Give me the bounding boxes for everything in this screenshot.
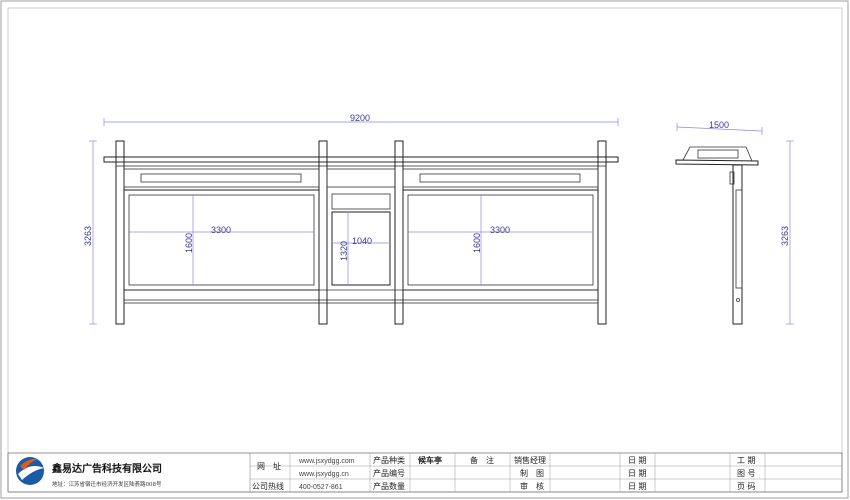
height-label-left: 3263 [83, 226, 93, 246]
product-type-label: 产品种类 [373, 455, 405, 465]
date-label-3: 日 期 [628, 482, 647, 491]
remarks-label: 备 注 [470, 455, 494, 465]
hotline-number: 400-0527-861 [299, 484, 343, 491]
website-label: 网 址 [257, 461, 281, 471]
review-label: 审 核 [520, 481, 544, 491]
company-address: 地址：江苏省宿迁市经济开发区陆荟路008号 [52, 480, 162, 488]
left-panel-height-label: 1600 [184, 233, 194, 253]
sheet-border [0, 0, 849, 499]
project-no-label: 工 期 [737, 456, 756, 465]
page-label: 页 码 [737, 482, 756, 491]
right-panel-height-label: 1600 [472, 233, 482, 253]
product-code-label: 产品编号 [373, 468, 405, 478]
product-qty-label: 产品数量 [373, 481, 405, 491]
center-panel-width-label: 1040 [352, 236, 372, 246]
hotline-label: 公司热线 [252, 481, 284, 491]
product-type-value: 候车亭 [418, 455, 442, 465]
date-label-2: 日 期 [628, 469, 647, 478]
website-1[interactable]: www.jsxydgg.com [298, 458, 355, 465]
center-panel-height-label: 1320 [339, 241, 349, 261]
sales-manager-label: 销售经理 [514, 455, 546, 465]
cad-drawing-sheet: 9200 3263 3300 1600 3300 1600 1040 1320 … [0, 0, 849, 499]
company-logo [16, 457, 44, 485]
drawing-no-label: 图 号 [737, 469, 756, 478]
side-height-label: 3263 [780, 226, 790, 246]
side-width-label: 1500 [709, 120, 729, 130]
website-2[interactable]: www.jsxydgg.cn [298, 471, 349, 478]
left-panel-width-label: 3300 [211, 225, 231, 235]
right-panel-width-label: 3300 [490, 225, 510, 235]
overall-width-label: 9200 [350, 113, 370, 123]
date-label-1: 日 期 [628, 456, 647, 465]
company-name: 鑫易达广告科技有限公司 [51, 462, 162, 475]
drawing-label: 制 图 [520, 468, 544, 478]
